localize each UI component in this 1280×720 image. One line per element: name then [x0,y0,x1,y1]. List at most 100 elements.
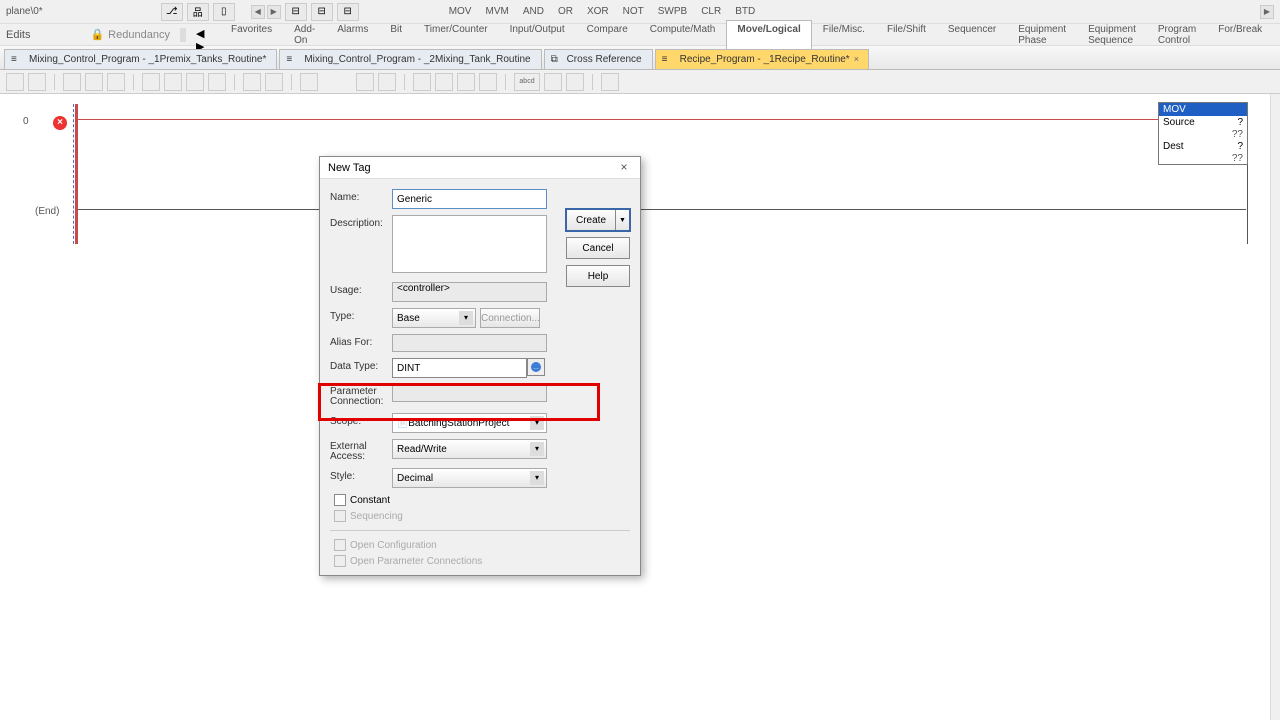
constant-label: Constant [350,495,390,506]
doc-tab-premix[interactable]: ≡ Mixing_Control_Program - _1Premix_Tank… [4,49,277,69]
tb-btn-5[interactable] [107,73,125,91]
backplane-path: plane\0* [6,6,43,17]
routine-icon: ≡ [662,54,674,66]
tab-eqphase[interactable]: Equipment Phase [1007,20,1077,50]
tab-alarms[interactable]: Alarms [326,20,379,50]
doc-tab-label: Recipe_Program - _1Recipe_Routine* [680,54,850,65]
tb-btn-11[interactable] [265,73,283,91]
instr-clr[interactable]: CLR [695,4,727,19]
tab-addon[interactable]: Add-On [283,20,326,50]
category-strip: Edits 🔒 Redundancy ◀ ▶ Favorites Add-On … [0,24,1280,46]
tab-compute[interactable]: Compute/Math [639,20,727,50]
sequencing-checkbox [334,510,346,522]
instr-swpb[interactable]: SWPB [652,4,693,19]
tab-move-logical[interactable]: Move/Logical [726,20,811,50]
cancel-button[interactable]: Cancel [566,237,630,259]
name-label: Name: [330,189,392,203]
instr-mov[interactable]: MOV [443,4,478,19]
tb-btn-b[interactable] [435,73,453,91]
tab-timer[interactable]: Timer/Counter [413,20,499,50]
tb-btn-f[interactable] [566,73,584,91]
tab-fileshift[interactable]: File/Shift [876,20,937,50]
instr-mvm[interactable]: MVM [479,4,514,19]
tab-bit[interactable]: Bit [379,20,413,50]
chevron-down-icon: ▾ [530,471,544,485]
tb-btn-10[interactable] [243,73,261,91]
tb-btn-a[interactable] [413,73,431,91]
tb-btn-2[interactable] [28,73,46,91]
rung-icon[interactable]: ⊟ [285,3,307,21]
scroll-right-icon[interactable]: ▶ [1260,5,1274,19]
doc-tab-mixing[interactable]: ≡ Mixing_Control_Program - _2Mixing_Tank… [279,49,541,69]
constant-checkbox[interactable] [334,494,346,506]
usage-label: Usage: [330,282,392,296]
close-icon[interactable]: × [854,54,864,64]
tab-filemisc[interactable]: File/Misc. [812,20,876,50]
connection-button: Connection... [480,308,540,328]
rung2-icon[interactable]: ⊟ [311,3,333,21]
instr-or[interactable]: OR [552,4,579,19]
tb-btn-e[interactable] [544,73,562,91]
tb-btn-4[interactable] [85,73,103,91]
tab-eqseq[interactable]: Equipment Sequence [1077,20,1147,50]
vertical-scrollbar[interactable] [1270,94,1280,720]
datatype-browse-button[interactable]: … [527,358,545,376]
doc-tab-recipe[interactable]: ≡ Recipe_Program - _1Recipe_Routine* × [655,49,869,69]
instr-and[interactable]: AND [517,4,550,19]
description-input[interactable] [392,215,547,273]
tab-special[interactable]: Special [1273,20,1280,50]
rung-wire[interactable] [78,119,1246,120]
tab-sequencer[interactable]: Sequencer [937,20,1007,50]
nav-left-icon[interactable]: ◀ [251,5,265,19]
extaccess-select[interactable]: Read/Write▾ [392,439,547,459]
mov-dest-value[interactable]: ? [1237,141,1243,152]
tb-btn-g[interactable] [601,73,619,91]
tab-compare[interactable]: Compare [576,20,639,50]
crossref-icon: ⧉ [551,54,563,66]
tab-forbreak[interactable]: For/Break [1207,20,1273,50]
dialog-close-icon[interactable]: × [616,160,632,176]
help-button[interactable]: Help [566,265,630,287]
nav-right-icon[interactable]: ▶ [267,5,281,19]
tb-btn-c[interactable] [457,73,475,91]
extaccess-label: External Access: [330,439,392,462]
zoom-in-icon[interactable] [356,73,374,91]
scope-select[interactable]: 📄 BatchingStationProject▾ [392,413,547,433]
document-tabs: ≡ Mixing_Control_Program - _1Premix_Tank… [0,46,1280,70]
error-icon[interactable]: × [53,116,67,130]
name-input[interactable] [392,189,547,209]
mov-instruction[interactable]: MOV Source? ?? Dest? ?? [1158,102,1248,165]
mov-title: MOV [1159,103,1247,116]
tb-btn-12[interactable] [300,73,318,91]
list-icon[interactable]: ▯ [213,3,235,21]
type-select[interactable]: Base▾ [392,308,476,328]
tb-abcd[interactable]: abcd [514,73,540,91]
tb-btn-7[interactable] [164,73,182,91]
cat-left-icon[interactable]: ◀ [196,27,204,40]
lock-icon: 🔒 [90,28,104,41]
tb-btn-1[interactable] [6,73,24,91]
tb-btn-8[interactable] [186,73,204,91]
tab-favorites[interactable]: Favorites [220,20,283,50]
tab-io[interactable]: Input/Output [499,20,576,50]
redundancy-label: Redundancy [108,29,170,41]
tb-btn-6[interactable] [142,73,160,91]
style-select[interactable]: Decimal▾ [392,468,547,488]
instr-not[interactable]: NOT [617,4,650,19]
hierarchy-icon[interactable]: 品 [187,3,209,21]
instr-xor[interactable]: XOR [581,4,615,19]
tb-btn-d[interactable] [479,73,497,91]
tree-icon[interactable]: ⎇ [161,3,183,21]
datatype-input[interactable] [392,358,527,378]
tb-btn-3[interactable] [63,73,81,91]
doc-tab-crossref[interactable]: ⧉ Cross Reference [544,49,653,69]
create-split-icon[interactable]: ▼ [615,210,629,230]
zoom-out-icon[interactable] [378,73,396,91]
mov-source-value[interactable]: ? [1237,117,1243,128]
tab-progctrl[interactable]: Program Control [1147,20,1207,50]
tb-btn-9[interactable] [208,73,226,91]
alias-label: Alias For: [330,334,392,348]
instr-btd[interactable]: BTD [729,4,761,19]
rung3-icon[interactable]: ⊟ [337,3,359,21]
create-button[interactable]: Create ▼ [566,209,630,231]
